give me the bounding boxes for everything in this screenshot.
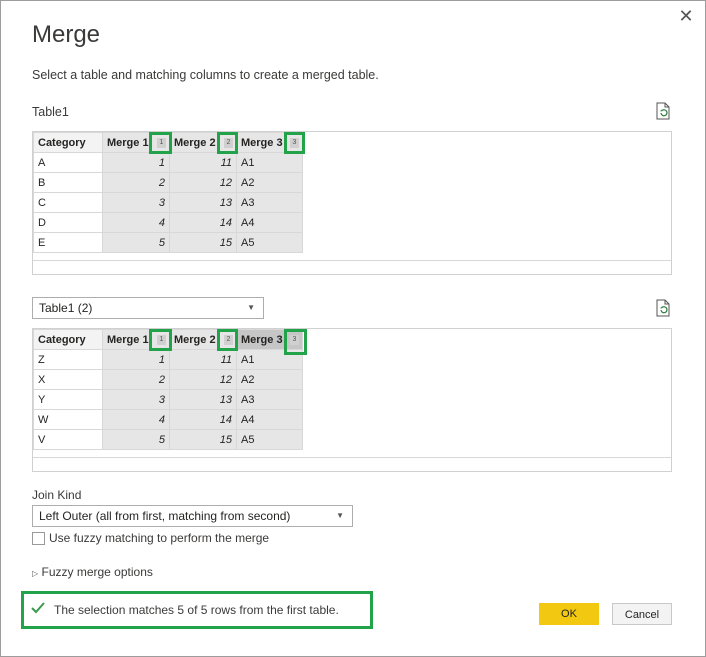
refresh-preview-icon[interactable] <box>655 299 671 317</box>
table-cell: 3 <box>102 389 170 410</box>
table-cell: 4 <box>102 409 170 430</box>
chevron-right-icon: ▷ <box>32 569 39 578</box>
table-cell: B <box>33 172 103 193</box>
table-cell: A4 <box>236 409 303 430</box>
table-row: D 4 14 A4 <box>33 212 303 233</box>
checkmark-icon <box>31 602 45 614</box>
table-cell: 2 <box>102 369 170 390</box>
highlight-badge-1 <box>149 132 172 154</box>
table-row: Z 1 11 A1 <box>33 349 303 370</box>
table-row: X 2 12 A2 <box>33 369 303 390</box>
table-cell: A1 <box>236 152 303 173</box>
table-cell: 13 <box>169 192 237 213</box>
fuzzy-matching-label[interactable]: Use fuzzy matching to perform the merge <box>49 531 269 545</box>
table-cell: 1 <box>102 349 170 370</box>
table-cell: 15 <box>169 429 237 450</box>
table-cell: 11 <box>169 152 237 173</box>
highlight-badge-3 <box>284 329 307 355</box>
table-cell: 13 <box>169 389 237 410</box>
table-cell: 5 <box>102 232 170 253</box>
table-cell: D <box>33 212 103 233</box>
highlight-badge-2 <box>217 132 238 154</box>
table1-preview: Category Merge 11 Merge 22 Merge 33 A 1 … <box>32 131 672 275</box>
second-table-dropdown[interactable]: Table1 (2) ▼ <box>32 297 264 319</box>
ok-button[interactable]: OK <box>539 603 599 625</box>
table2-preview: Category Merge 11 Merge 22 Merge 33 Z 1 … <box>32 328 672 472</box>
table-cell: A3 <box>236 192 303 213</box>
column-header-category[interactable]: Category <box>33 329 103 350</box>
refresh-preview-icon[interactable] <box>655 102 671 120</box>
table-cell: V <box>33 429 103 450</box>
table-cell: Z <box>33 349 103 370</box>
table-cell: C <box>33 192 103 213</box>
table-cell: X <box>33 369 103 390</box>
table-cell: A <box>33 152 103 173</box>
merge-dialog: ✕ Merge Select a table and matching colu… <box>0 0 706 657</box>
table-cell: 4 <box>102 212 170 233</box>
table-cell: E <box>33 232 103 253</box>
table-row: Y 3 13 A3 <box>33 389 303 410</box>
table-cell: 2 <box>102 172 170 193</box>
table1-label: Table1 <box>32 105 69 119</box>
dialog-title: Merge <box>32 21 101 48</box>
table-row: A 1 11 A1 <box>33 152 303 173</box>
table-cell: 11 <box>169 349 237 370</box>
fuzzy-matching-checkbox[interactable] <box>32 532 45 545</box>
chevron-down-icon: ▼ <box>336 511 344 520</box>
table-row: V 5 15 A5 <box>33 429 303 450</box>
table-footer-divider <box>33 260 671 261</box>
table-cell: A5 <box>236 232 303 253</box>
highlight-badge-2 <box>217 329 238 351</box>
join-kind-dropdown[interactable]: Left Outer (all from first, matching fro… <box>32 505 353 527</box>
join-kind-label: Join Kind <box>32 488 82 502</box>
highlight-badge-1 <box>149 329 172 351</box>
table-cell: 12 <box>169 172 237 193</box>
table-cell: 15 <box>169 232 237 253</box>
fuzzy-merge-options-label: Fuzzy merge options <box>41 565 153 579</box>
table-cell: 5 <box>102 429 170 450</box>
match-status-text: The selection matches 5 of 5 rows from t… <box>54 603 339 617</box>
dialog-subtitle: Select a table and matching columns to c… <box>32 68 379 82</box>
fuzzy-merge-options-toggle[interactable]: ▷ Fuzzy merge options <box>32 565 153 579</box>
cancel-button[interactable]: Cancel <box>612 603 672 625</box>
table-cell: A5 <box>236 429 303 450</box>
table-cell: A4 <box>236 212 303 233</box>
table-cell: 1 <box>102 152 170 173</box>
match-status: The selection matches 5 of 5 rows from t… <box>21 591 373 629</box>
table-footer-divider <box>33 457 671 458</box>
table-row: B 2 12 A2 <box>33 172 303 193</box>
close-icon[interactable]: ✕ <box>677 7 695 25</box>
table-cell: A2 <box>236 369 303 390</box>
table-cell: 14 <box>169 409 237 430</box>
highlight-badge-3 <box>284 132 305 154</box>
table-cell: 12 <box>169 369 237 390</box>
table-row: W 4 14 A4 <box>33 409 303 430</box>
table-cell: Y <box>33 389 103 410</box>
table-row: E 5 15 A5 <box>33 232 303 253</box>
table-cell: 14 <box>169 212 237 233</box>
table-row: C 3 13 A3 <box>33 192 303 213</box>
table-cell: A2 <box>236 172 303 193</box>
table-cell: W <box>33 409 103 430</box>
column-header-category[interactable]: Category <box>33 132 103 153</box>
table-cell: 3 <box>102 192 170 213</box>
chevron-down-icon: ▼ <box>247 303 255 312</box>
table-cell: A3 <box>236 389 303 410</box>
